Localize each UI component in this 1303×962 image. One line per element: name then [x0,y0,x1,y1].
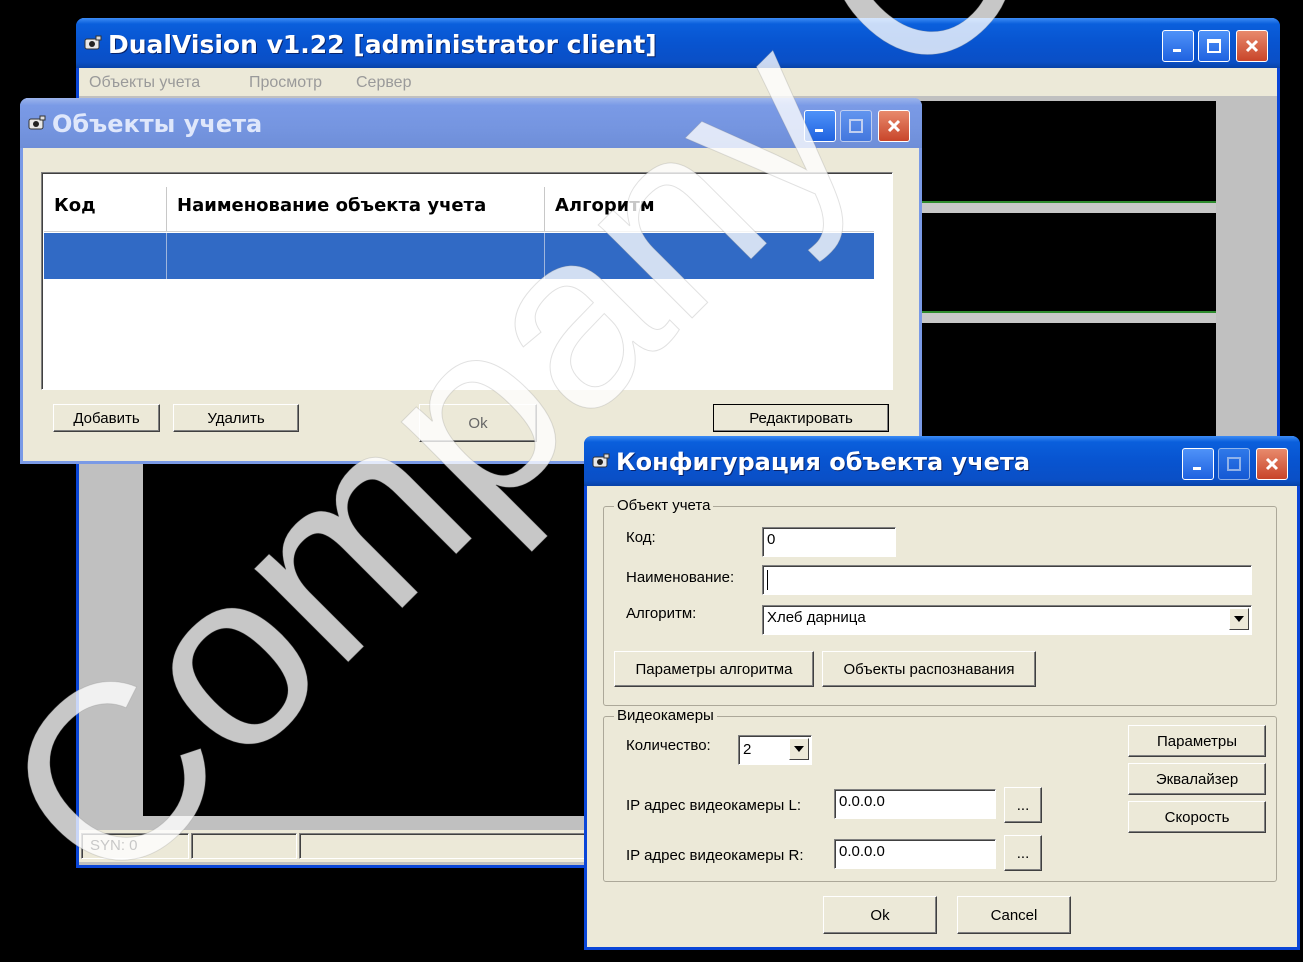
algorithm-value: Хлеб дарница [767,609,866,626]
add-button[interactable]: Добавить [53,404,160,432]
main-title: DualVision v1.22 [administrator client] [108,30,657,59]
minimize-icon [1193,467,1201,470]
config-window: Конфигурация объекта учета Объект учета … [584,436,1300,950]
column-divider [166,233,167,279]
list-header: Код Наименование объекта учета Алгоритм [44,187,874,232]
maximize-icon [1207,39,1221,53]
table-row[interactable] [44,233,874,279]
objects-window: Объекты учета Код Наименование объекта у… [20,98,922,464]
status-panel [191,833,297,859]
config-titlebar[interactable]: Конфигурация объекта учета [584,436,1300,486]
camera-params-button[interactable]: Параметры [1128,725,1266,757]
name-label: Наименование: [626,569,735,586]
objects-titlebar[interactable]: Объекты учета [20,98,922,148]
column-divider[interactable] [544,187,545,231]
main-titlebar[interactable]: DualVision v1.22 [administrator client] [76,18,1280,68]
ip-right-value: 0.0.0.0 [839,843,885,860]
minimize-icon [815,129,823,132]
ip-right-field[interactable]: 0.0.0.0 [834,839,996,869]
config-maximize-button[interactable] [1218,448,1250,480]
objects-minimize-button[interactable] [804,110,836,142]
count-value: 2 [743,741,752,758]
menu-objects[interactable]: Объекты учета [89,74,200,92]
count-label: Количество: [626,737,711,754]
objects-list[interactable]: Код Наименование объекта учета Алгоритм [41,172,893,390]
app-icon [84,35,102,50]
ip-left-field[interactable]: 0.0.0.0 [834,789,996,819]
maximize-icon [1227,457,1241,471]
ip-left-label: IP адрес видеокамеры L: [626,797,801,814]
delete-button[interactable]: Удалить [173,404,299,432]
menu-server[interactable]: Сервер [356,74,411,92]
objects-title: Объекты учета [52,110,263,138]
ip-left-value: 0.0.0.0 [839,793,885,810]
main-maximize-button[interactable] [1198,30,1230,62]
main-close-button[interactable] [1236,30,1268,62]
close-icon [1265,457,1279,471]
count-select[interactable]: 2 [738,735,812,765]
algorithm-select[interactable]: Хлеб дарница [762,605,1252,635]
ip-right-label: IP адрес видеокамеры R: [626,847,804,864]
objects-maximize-button[interactable] [840,110,872,142]
minimize-icon [1173,49,1181,52]
status-panel-syn: SYN: 0 [81,833,189,859]
column-divider [544,233,545,279]
config-cancel-button[interactable]: Cancel [957,896,1071,934]
count-dropdown-button[interactable] [789,738,809,760]
algorithm-dropdown-button[interactable] [1229,608,1249,630]
close-icon [887,119,901,133]
code-label: Код: [626,529,656,546]
name-field[interactable] [762,565,1252,595]
edit-button[interactable]: Редактировать [713,404,889,432]
menu-view[interactable]: Просмотр [249,74,322,92]
algo-params-button[interactable]: Параметры алгоритма [614,651,814,687]
close-icon [1245,39,1259,53]
object-group: Объект учета Код: 0 Наименование: Алгори… [603,497,1277,706]
video-panel-separator [903,311,1216,323]
ip-left-browse-button[interactable]: ... [1004,787,1042,823]
app-icon [28,115,46,130]
ok-button[interactable]: Ok [419,404,537,442]
cameras-group-title: Видеокамеры [614,707,717,724]
ip-right-browse-button[interactable]: ... [1004,835,1042,871]
config-minimize-button[interactable] [1182,448,1214,480]
object-group-title: Объект учета [614,497,714,514]
algorithm-label: Алгоритм: [626,605,697,622]
config-ok-button[interactable]: Ok [823,896,937,934]
column-header-name[interactable]: Наименование объекта учета [177,195,486,216]
status-syn: SYN: 0 [90,837,138,854]
column-header-code[interactable]: Код [54,195,96,216]
main-menubar: Объекты учета Просмотр Сервер [79,68,1277,96]
config-close-button[interactable] [1256,448,1288,480]
main-minimize-button[interactable] [1162,30,1194,62]
code-field[interactable]: 0 [762,527,896,557]
config-title: Конфигурация объекта учета [616,448,1031,476]
dropdown-arrow-icon [1234,616,1244,622]
code-value: 0 [767,531,776,548]
text-cursor [767,570,768,590]
cameras-group: Видеокамеры Количество: 2 IP адрес видео… [603,707,1277,882]
column-header-algorithm[interactable]: Алгоритм [555,195,655,216]
objects-close-button[interactable] [878,110,910,142]
equalizer-button[interactable]: Эквалайзер [1128,763,1266,795]
column-divider[interactable] [166,187,167,231]
app-icon [592,453,610,468]
dropdown-arrow-icon [794,746,804,752]
video-panel-separator [903,201,1216,213]
speed-button[interactable]: Скорость [1128,801,1266,833]
recognition-objects-button[interactable]: Объекты распознавания [822,651,1036,687]
maximize-icon [849,119,863,133]
